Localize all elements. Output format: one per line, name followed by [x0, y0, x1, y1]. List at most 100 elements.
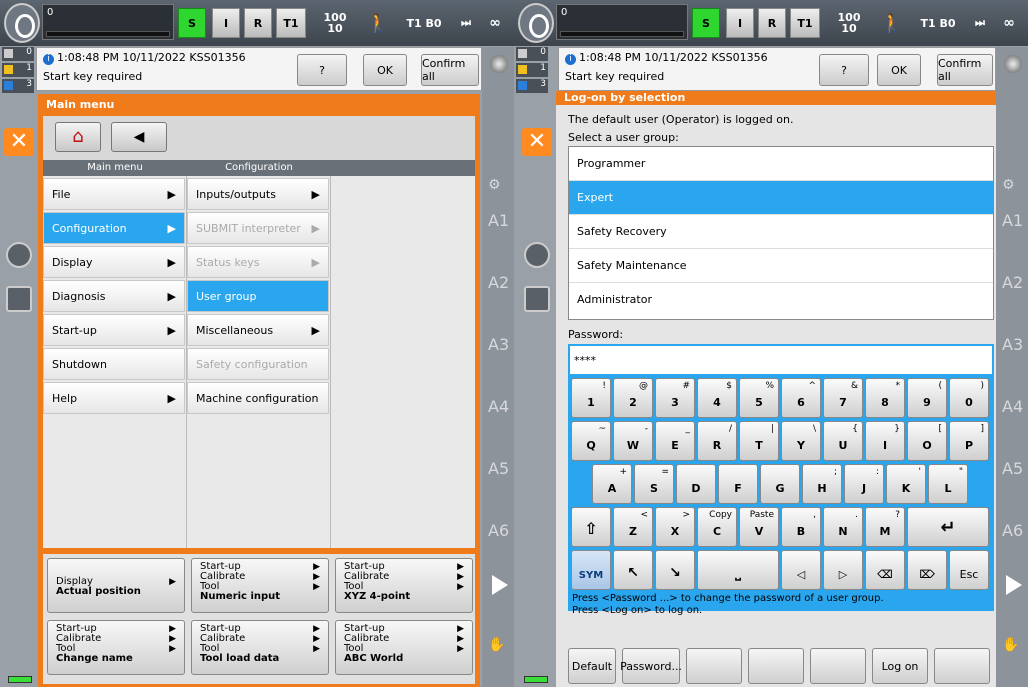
key-6[interactable]: ^ 6 [781, 378, 821, 418]
default-button[interactable]: Default [568, 648, 616, 684]
kuka-logo-icon[interactable] [4, 3, 40, 43]
arrow-up-left-icon[interactable]: ↖ [613, 550, 653, 590]
key-p[interactable]: ] P [949, 421, 989, 461]
submit-status-button-right[interactable]: S [692, 8, 720, 38]
shift-icon[interactable]: ⇧ [571, 507, 611, 547]
key-5[interactable]: % 5 [739, 378, 779, 418]
config-item-user-group[interactable]: User group [187, 280, 329, 312]
help-button-right[interactable]: ? [819, 54, 869, 86]
counter-info-right[interactable]: 3 [516, 79, 548, 93]
axis-label-a1-right[interactable]: A1 [1002, 211, 1023, 230]
close-menu-icon[interactable]: ✕ [4, 128, 34, 156]
softkey-5[interactable] [810, 648, 866, 684]
esc-key[interactable]: Esc [949, 550, 989, 590]
axis-label-a2-right[interactable]: A2 [1002, 273, 1023, 292]
axis-label-a1[interactable]: A1 [488, 211, 509, 230]
user-group-programmer[interactable]: Programmer [569, 147, 993, 181]
key-r[interactable]: / R [697, 421, 737, 461]
counter-info[interactable]: 3 [2, 79, 34, 93]
robot-status-box[interactable]: 0 [42, 4, 174, 40]
close-logon-icon[interactable]: ✕ [522, 128, 552, 156]
settings-gear-icon-right[interactable] [524, 242, 550, 268]
clock-icon[interactable] [6, 286, 32, 312]
robot-interpreter-button[interactable]: R [244, 8, 272, 38]
home-icon[interactable]: ⌂ [55, 122, 101, 152]
arrow-down-right-icon[interactable]: ↘ [655, 550, 695, 590]
config-item-submit-interpreter[interactable]: SUBMIT interpreter ▶ [187, 212, 329, 244]
key-8[interactable]: * 8 [865, 378, 905, 418]
menu-item-help[interactable]: Help ▶ [43, 382, 185, 414]
menu-item-startup[interactable]: Start-up ▶ [43, 314, 185, 346]
shortcut-xyz-4-point[interactable]: Start-up Calibrate Tool XYZ 4-point ▶ ▶ ▶ [335, 558, 473, 613]
space-key[interactable]: ⎵ [697, 550, 779, 590]
softkey-3[interactable] [686, 648, 742, 684]
logon-button[interactable]: Log on [872, 648, 928, 684]
step-mode-icon[interactable]: ⏭ [456, 8, 476, 38]
drives-status-button[interactable]: I [212, 8, 240, 38]
cursor-left-icon[interactable]: ◁ [781, 550, 821, 590]
key-g[interactable]: G [760, 464, 800, 504]
config-item-machine-configuration[interactable]: Machine configuration [187, 382, 329, 414]
axis-label-a3[interactable]: A3 [488, 335, 509, 354]
key-u[interactable]: {U [823, 421, 863, 461]
key-i[interactable]: } I [865, 421, 905, 461]
softkey-7[interactable] [934, 648, 990, 684]
config-item-miscellaneous[interactable]: Miscellaneous ▶ [187, 314, 329, 346]
confirm-all-button-right[interactable]: Confirm all [937, 54, 993, 86]
key-2[interactable]: @2 [613, 378, 653, 418]
axis-label-a6-right[interactable]: A6 [1002, 521, 1023, 540]
user-group-safety-maintenance[interactable]: Safety Maintenance [569, 249, 993, 283]
key-n[interactable]: .N [823, 507, 863, 547]
menu-item-file[interactable]: File ▶ [43, 178, 185, 210]
config-item-inputs-outputs[interactable]: Inputs/outputs ▶ [187, 178, 329, 210]
hand-jog-icon-right[interactable]: ✋ [1002, 637, 1019, 653]
override-display[interactable]: 100 10 [310, 8, 360, 38]
clock-icon-right[interactable] [524, 286, 550, 312]
jog-icon[interactable]: ⚙ [488, 177, 501, 193]
tool-base-display-right[interactable]: T1 B0 [908, 8, 968, 38]
key-3[interactable]: #3 [655, 378, 695, 418]
counter-warning[interactable]: 1 [2, 63, 34, 77]
key-9[interactable]: (9 [907, 378, 947, 418]
help-button[interactable]: ? [297, 54, 347, 86]
jog-mode-infinity[interactable]: ∞ [480, 8, 510, 38]
key-k[interactable]: ' K [886, 464, 926, 504]
key-h[interactable]: ; H [802, 464, 842, 504]
key-d[interactable]: D [676, 464, 716, 504]
sym-key[interactable]: SYM [571, 550, 611, 590]
operating-mode-button-right[interactable]: T1 [790, 8, 820, 38]
counter-warning-right[interactable]: 1 [516, 63, 548, 77]
jog-mode-infinity-right[interactable]: ∞ [994, 8, 1024, 38]
operating-mode-button[interactable]: T1 [276, 8, 306, 38]
shortcut-actual-position[interactable]: Display Actual position ▶ [47, 558, 185, 613]
axis-label-a5[interactable]: A5 [488, 459, 509, 478]
key-o[interactable]: [O [907, 421, 947, 461]
ok-button-right[interactable]: OK [877, 54, 921, 86]
step-mode-icon-right[interactable]: ⏭ [970, 8, 990, 38]
ok-button[interactable]: OK [363, 54, 407, 86]
enter-icon[interactable]: ↵ [907, 507, 989, 547]
robot-interpreter-button-right[interactable]: R [758, 8, 786, 38]
user-group-expert[interactable]: Expert [569, 181, 993, 215]
axis-label-a4-right[interactable]: A4 [1002, 397, 1023, 416]
hand-jog-icon[interactable]: ✋ [488, 637, 505, 653]
robot-status-box-right[interactable]: 0 [556, 4, 688, 40]
counter-ack[interactable]: 0 [2, 47, 34, 61]
globe-icon[interactable] [490, 55, 508, 73]
key-m[interactable]: ? M [865, 507, 905, 547]
backspace-icon[interactable]: ⌫ [865, 550, 905, 590]
menu-item-display[interactable]: Display ▶ [43, 246, 185, 278]
key-v[interactable]: Paste V [739, 507, 779, 547]
settings-gear-icon[interactable] [6, 242, 32, 268]
softkey-4[interactable] [748, 648, 804, 684]
shortcut-tool-load-data[interactable]: Start-up Calibrate Tool Tool load data ▶ ▶ ▶ [191, 620, 329, 675]
key-s[interactable]: = S [634, 464, 674, 504]
user-group-safety-recovery[interactable]: Safety Recovery [569, 215, 993, 249]
axis-label-a4[interactable]: A4 [488, 397, 509, 416]
key-0[interactable]: ) 0 [949, 378, 989, 418]
key-f[interactable]: F [718, 464, 758, 504]
override-display-right[interactable]: 100 10 [824, 8, 874, 38]
submit-status-button[interactable]: S [178, 8, 206, 38]
kuka-logo-icon-right[interactable] [518, 3, 554, 43]
key-x[interactable]: > X [655, 507, 695, 547]
